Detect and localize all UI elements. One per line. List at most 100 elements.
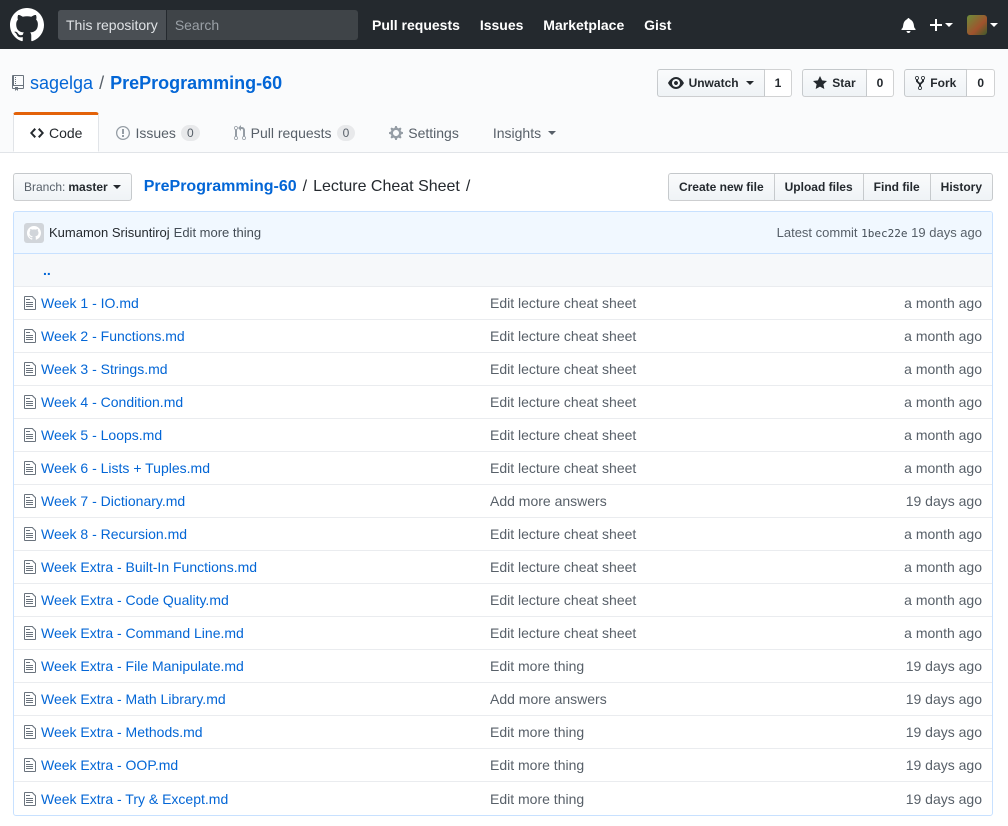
create-new-file-button[interactable]: Create new file [667, 173, 775, 201]
file-commit-message-link[interactable]: Edit lecture cheat sheet [490, 526, 904, 542]
parent-directory-link[interactable]: .. [14, 254, 992, 287]
file-name-link[interactable]: Week Extra - Built-In Functions.md [41, 559, 490, 575]
file-age: 19 days ago [905, 493, 982, 509]
table-row: Week 3 - Strings.md Edit lecture cheat s… [14, 353, 992, 386]
nav-pull-requests[interactable]: Pull requests [372, 17, 460, 33]
nav-issues[interactable]: Issues [480, 17, 524, 33]
file-age: 19 days ago [905, 691, 982, 707]
search-form: This repository [58, 9, 358, 40]
file-icon [24, 791, 40, 807]
file-name-link[interactable]: Week 1 - IO.md [41, 295, 490, 311]
tab-settings[interactable]: Settings [372, 112, 476, 152]
file-commit-message-link[interactable]: Edit lecture cheat sheet [490, 460, 904, 476]
file-name-link[interactable]: Week Extra - Try & Except.md [41, 791, 490, 807]
chevron-down-icon [548, 131, 557, 135]
file-icon [24, 394, 40, 410]
file-icon [24, 460, 40, 476]
latest-commit-label: Latest commit [776, 225, 858, 240]
file-commit-message-link[interactable]: Add more answers [490, 691, 906, 707]
file-icon [24, 361, 40, 377]
file-commit-message-link[interactable]: Edit more thing [490, 724, 906, 740]
file-commit-message-link[interactable]: Edit lecture cheat sheet [490, 394, 904, 410]
nav-marketplace[interactable]: Marketplace [543, 17, 624, 33]
plus-icon[interactable] [930, 17, 953, 33]
file-icon [24, 427, 40, 443]
file-name-link[interactable]: Week Extra - OOP.md [41, 757, 490, 773]
file-commit-message-link[interactable]: Edit lecture cheat sheet [490, 427, 904, 443]
breadcrumb-separator: / [302, 178, 308, 195]
file-name-link[interactable]: Week 5 - Loops.md [41, 427, 490, 443]
repo-header: sagelga / PreProgramming-60 Unwatch 1 St… [0, 49, 1008, 153]
unwatch-button[interactable]: Unwatch [656, 69, 765, 97]
file-name-link[interactable]: Week 7 - Dictionary.md [41, 493, 490, 509]
file-actions: Create new file Upload files Find file H… [667, 173, 993, 201]
star-button[interactable]: Star [802, 69, 867, 97]
search-input[interactable] [166, 9, 358, 40]
avatar [967, 14, 987, 35]
tab-label: Pull requests [250, 125, 332, 141]
file-age: 19 days ago [905, 790, 982, 807]
star-icon [813, 76, 828, 89]
file-name-link[interactable]: Week Extra - Methods.md [41, 724, 490, 740]
repo-owner-link[interactable]: sagelga [30, 73, 93, 94]
breadcrumb-root-link[interactable]: PreProgramming-60 [144, 178, 297, 196]
latest-commit: Latest commit 1bec22e 19 days ago [777, 225, 982, 240]
fork-count[interactable]: 0 [967, 69, 995, 97]
file-commit-message-link[interactable]: Edit lecture cheat sheet [490, 295, 904, 311]
star-count[interactable]: 0 [866, 69, 895, 97]
file-table: Kumamon Srisuntiroj Edit more thing Late… [13, 211, 993, 816]
chevron-down-icon [945, 22, 953, 27]
file-name-link[interactable]: Week 2 - Functions.md [41, 328, 490, 344]
branch-select-button[interactable]: Branch: master [13, 173, 132, 201]
file-name-link[interactable]: Week 3 - Strings.md [41, 361, 490, 377]
file-commit-message-link[interactable]: Edit lecture cheat sheet [490, 559, 904, 575]
upload-files-button[interactable]: Upload files [773, 173, 864, 201]
user-menu[interactable] [967, 14, 998, 35]
table-row: Week Extra - OOP.md Edit more thing 19 d… [14, 749, 992, 782]
table-row: Week 1 - IO.md Edit lecture cheat sheet … [14, 287, 992, 320]
history-button[interactable]: History [929, 173, 993, 201]
file-name-link[interactable]: Week Extra - Command Line.md [41, 625, 490, 641]
file-commit-message-link[interactable]: Edit more thing [490, 658, 906, 674]
code-icon [30, 128, 44, 138]
file-icon [24, 625, 40, 641]
file-name-link[interactable]: Week 8 - Recursion.md [41, 526, 490, 542]
tab-code[interactable]: Code [13, 112, 100, 152]
breadcrumb-current: Lecture Cheat Sheet [313, 178, 460, 195]
file-name-link[interactable]: Week Extra - Math Library.md [41, 691, 490, 707]
file-commit-message-link[interactable]: Edit lecture cheat sheet [490, 592, 904, 608]
file-icon [24, 724, 40, 740]
tab-pull-requests[interactable]: Pull requests 0 [217, 112, 373, 152]
table-row: Week Extra - Try & Except.md Edit more t… [14, 782, 992, 815]
file-commit-message-link[interactable]: Add more answers [490, 493, 906, 509]
repo-name-link[interactable]: PreProgramming-60 [110, 73, 282, 94]
repo-separator: / [99, 72, 105, 93]
file-commit-message-link[interactable]: Edit lecture cheat sheet [490, 625, 904, 641]
tab-insights[interactable]: Insights [476, 112, 573, 152]
nav-gist[interactable]: Gist [644, 17, 671, 33]
pr-icon [233, 125, 246, 140]
file-icon [24, 658, 40, 674]
file-name-link[interactable]: Week 4 - Condition.md [41, 394, 490, 410]
bell-icon[interactable] [901, 17, 916, 33]
file-commit-message-link[interactable]: Edit lecture cheat sheet [490, 328, 904, 344]
commit-author-link[interactable]: Kumamon Srisuntiroj [49, 225, 170, 240]
file-name-link[interactable]: Week Extra - Code Quality.md [41, 592, 490, 608]
watch-count[interactable]: 1 [764, 69, 793, 97]
file-age: a month ago [904, 394, 982, 410]
file-commit-message-link[interactable]: Edit more thing [490, 791, 906, 807]
avatar[interactable] [24, 222, 44, 243]
file-name-link[interactable]: Week Extra - File Manipulate.md [41, 658, 490, 674]
tab-issues[interactable]: Issues 0 [99, 112, 216, 152]
commit-message-link[interactable]: Edit more thing [174, 225, 261, 240]
file-name-link[interactable]: Week 6 - Lists + Tuples.md [41, 460, 490, 476]
table-row: Week Extra - Math Library.md Add more an… [14, 683, 992, 716]
github-logo-icon[interactable] [10, 7, 44, 42]
file-commit-message-link[interactable]: Edit lecture cheat sheet [490, 361, 904, 377]
repo-actions: Unwatch 1 Star 0 Fork 0 [656, 69, 995, 97]
table-row: Week 4 - Condition.md Edit lecture cheat… [14, 386, 992, 419]
find-file-button[interactable]: Find file [862, 173, 931, 201]
commit-sha-link[interactable]: 1bec22e [861, 227, 907, 240]
file-commit-message-link[interactable]: Edit more thing [490, 757, 906, 773]
fork-button[interactable]: Fork [904, 69, 968, 97]
